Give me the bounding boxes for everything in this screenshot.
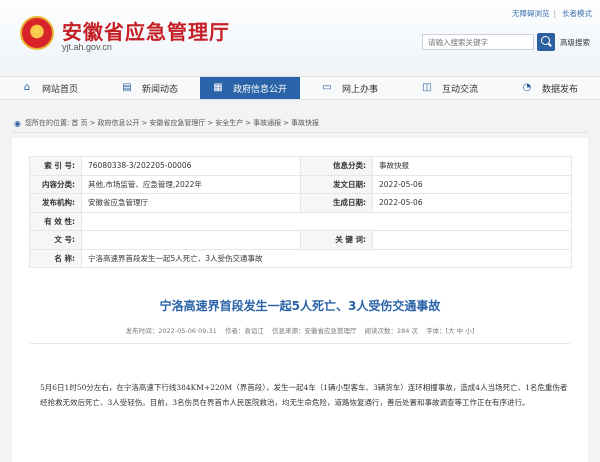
chart-icon: ◔ xyxy=(522,82,532,93)
site-header: 安徽省应急管理厅 yjt.ah.gov.cn 无障碍浏览| 长者模式 高级搜索 xyxy=(0,0,600,72)
link-separator: | xyxy=(553,9,556,18)
document-icon: ▦ xyxy=(213,82,223,93)
nav-item-label: 新闻动态 xyxy=(141,84,178,95)
validity-value xyxy=(81,211,572,231)
content-class-value: 其他,市场监管、应急管理,2022年 xyxy=(81,174,301,194)
nav-item-data[interactable]: ◔ 数据发布 xyxy=(500,77,600,99)
monitor-icon: ▭ xyxy=(322,82,332,93)
news-icon: ▤ xyxy=(122,82,132,93)
advanced-search-link[interactable]: 高级搜索 xyxy=(560,37,590,48)
nav-item-label: 网上办事 xyxy=(341,84,378,95)
breadcrumb-department[interactable]: 安徽省应急管理厅 xyxy=(149,118,205,128)
top-links: 无障碍浏览 | 长者模式 xyxy=(506,8,592,19)
meta-views: 阅读次数：284 次 xyxy=(364,327,418,335)
info-table: 索 引 号: 76080338-3/202205-00006 信息分类: 事故快… xyxy=(29,156,572,268)
issue-date-value: 2022-05-06 xyxy=(372,174,572,194)
publisher-label: 发布机构: xyxy=(29,193,82,213)
home-icon: ⌂ xyxy=(23,82,31,93)
nav-item-online-service[interactable]: ▭ 网上办事 xyxy=(300,77,400,99)
nav-item-interaction[interactable]: ◫ 互动交流 xyxy=(400,77,500,99)
breadcrumb: ◉ 您所在的位置: 首 页 > 政府信息公开 > 安徽省应急管理厅 > 安全生产 > 事… xyxy=(14,118,319,128)
breadcrumb-gov-info[interactable]: 政府信息公开 xyxy=(97,118,139,128)
table-row: 文 号: 关 键 词: xyxy=(29,230,572,250)
category-value: 事故快报 xyxy=(372,156,572,176)
nav-item-home[interactable]: ⌂ 网站首页 xyxy=(0,77,100,99)
issue-date-label: 发文日期: xyxy=(300,174,373,194)
table-row: 内容分类: 其他,市场监管、应急管理,2022年 发文日期: 2022-05-0… xyxy=(29,174,572,194)
table-row: 有 效 性: xyxy=(29,211,572,231)
meta-divider xyxy=(30,343,570,344)
index-label: 索 引 号: xyxy=(29,156,82,176)
search-input[interactable] xyxy=(422,34,534,50)
breadcrumb-prefix: 您所在的位置: xyxy=(25,119,70,127)
breadcrumb-accident-bulletin[interactable]: 事故快报 xyxy=(291,118,319,128)
location-pin-icon: ◉ xyxy=(14,118,21,128)
keywords-label: 关 键 词: xyxy=(300,230,373,250)
site-domain: yjt.ah.gov.cn xyxy=(62,42,112,52)
nav-item-label: 政府信息公开 xyxy=(232,84,287,95)
doc-no-label: 文 号: xyxy=(29,230,82,250)
chat-icon: ◫ xyxy=(422,82,432,93)
article-body: 5月6日1时50分左右，在宁洛高速下行线384KM+220M（界首段），发生一起… xyxy=(40,383,568,407)
validity-label: 有 效 性: xyxy=(29,211,82,231)
breadcrumb-safety[interactable]: 安全生产 xyxy=(215,118,243,128)
nav-item-label: 网站首页 xyxy=(41,84,78,95)
search-icon[interactable] xyxy=(537,33,555,51)
nav-item-news[interactable]: ▤ 新闻动态 xyxy=(100,77,200,99)
meta-date: 发布时间：2022-05-06 09:31 xyxy=(125,327,217,335)
breadcrumb-accident-report[interactable]: 事故通报 xyxy=(253,118,281,128)
doc-no-value xyxy=(81,230,301,250)
article-title: 宁洛高速界首段发生一起5人死亡、3人受伤交通事故 xyxy=(159,299,441,313)
breadcrumb-divider xyxy=(12,132,588,133)
table-row: 发布机构: 安徽省应急管理厅 生成日期: 2022-05-06 xyxy=(29,193,572,213)
elder-mode-link[interactable]: 长者模式 xyxy=(562,9,592,18)
meta-author: 作者：袁诣江 xyxy=(224,327,264,335)
category-label: 信息分类: xyxy=(300,156,373,176)
created-date-label: 生成日期: xyxy=(300,193,373,213)
meta-source: 信息来源：安徽省应急管理厅 xyxy=(271,327,357,335)
breadcrumb-home[interactable]: 首 页 xyxy=(71,118,87,128)
accessibility-link[interactable]: 无障碍浏览 xyxy=(512,9,550,18)
created-date-value: 2022-05-06 xyxy=(372,193,572,213)
font-size-control[interactable]: 字体：[大 中 小] xyxy=(426,327,474,335)
main-nav: ⌂ 网站首页 ▤ 新闻动态 ▦ 政府信息公开 ▭ 网上办事 ◫ 互动交流 ◔ 数据发布 xyxy=(0,76,600,100)
name-value: 宁洛高速界首段发生一起5人死亡、3人受伤交通事故 xyxy=(81,248,572,268)
keywords-value xyxy=(372,230,572,250)
site-title[interactable]: 安徽省应急管理厅 xyxy=(62,16,230,45)
content-class-label: 内容分类: xyxy=(29,174,82,194)
index-value: 76080338-3/202205-00006 xyxy=(81,156,301,176)
table-row: 名 称: 宁洛高速界首段发生一起5人死亡、3人受伤交通事故 xyxy=(29,248,572,268)
nav-item-label: 数据发布 xyxy=(541,84,578,95)
article-meta: 发布时间：2022-05-06 09:31 作者：袁诣江 信息来源：安徽省应急管… xyxy=(0,325,600,335)
table-row: 索 引 号: 76080338-3/202205-00006 信息分类: 事故快… xyxy=(29,156,572,176)
name-label: 名 称: xyxy=(29,248,82,268)
national-emblem-icon xyxy=(20,16,54,50)
nav-item-gov-info[interactable]: ▦ 政府信息公开 xyxy=(200,77,300,99)
publisher-value: 安徽省应急管理厅 xyxy=(81,193,301,213)
nav-item-label: 互动交流 xyxy=(441,84,478,95)
